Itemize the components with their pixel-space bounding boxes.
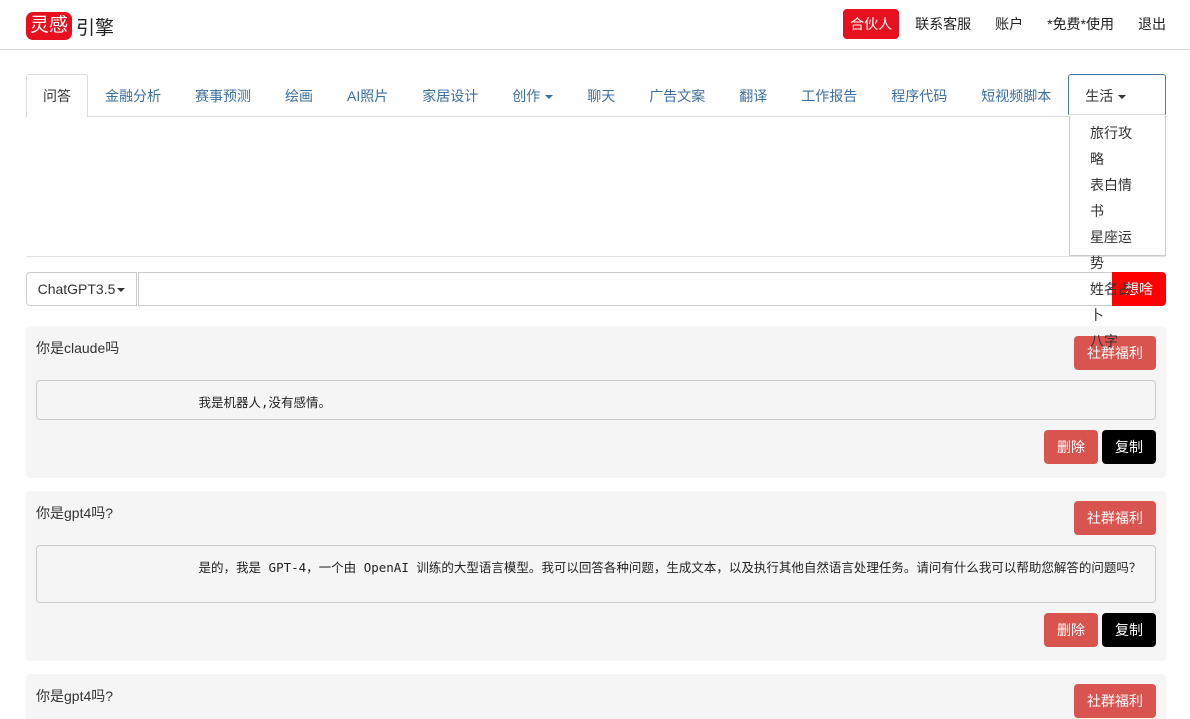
logout-link[interactable]: 退出 xyxy=(1126,9,1178,39)
delete-button[interactable]: 删除 xyxy=(1044,430,1098,464)
tab-label: 金融分析 xyxy=(105,88,161,104)
copy-button[interactable]: 复制 xyxy=(1102,430,1156,464)
qa-card: 你是gpt4吗? 社群福利 是的，我是 GPT-4，一个由 OpenAI 训练的… xyxy=(26,491,1166,661)
tab-translate[interactable]: 翻译 xyxy=(722,74,784,115)
menu-item-horoscope[interactable]: 星座运势 xyxy=(1070,224,1165,276)
tab-ai-photo[interactable]: AI照片 xyxy=(330,74,405,115)
tab-label: 广告文案 xyxy=(649,88,706,104)
question-text: 你是gpt4吗? xyxy=(36,505,114,521)
menu-item-love-letter[interactable]: 表白情书 xyxy=(1070,172,1165,224)
brand-logo[interactable]: 灵感 引擎 xyxy=(26,12,114,40)
qa-card: 你是gpt4吗? 社群福利 xyxy=(26,674,1166,719)
tab-drawing[interactable]: 绘画 xyxy=(268,74,330,115)
brand-badge: 灵感 xyxy=(26,12,73,40)
tab-label: 短视频脚本 xyxy=(981,88,1052,104)
question-text: 你是gpt4吗? xyxy=(36,688,114,704)
tab-qa[interactable]: 问答 xyxy=(26,74,88,117)
community-welfare-button[interactable]: 社群福利 xyxy=(1074,501,1156,535)
caret-down-icon xyxy=(1118,95,1127,100)
life-dropdown-menu: 旅行攻略 表白情书 星座运势 姓名占卜 八字 xyxy=(1069,116,1166,349)
qa-card: 你是claude吗 社群福利 我是机器人,没有感情。 删除 复制 xyxy=(26,326,1166,478)
tab-label: 绘画 xyxy=(285,88,313,104)
tab-home-design[interactable]: 家居设计 xyxy=(405,74,495,115)
model-select-label: ChatGPT3.5 xyxy=(37,281,116,297)
tab-label: 赛事预测 xyxy=(195,88,251,104)
delete-button[interactable]: 删除 xyxy=(1044,613,1098,647)
tab-label: 程序代码 xyxy=(891,88,948,104)
answer-text: 我是机器人,没有感情。 xyxy=(36,380,1156,420)
tab-label: 翻译 xyxy=(739,88,768,104)
question-text: 你是claude吗 xyxy=(36,340,120,356)
tab-chat[interactable]: 聊天 xyxy=(570,74,632,115)
free-use-link[interactable]: *免费*使用 xyxy=(1035,9,1126,39)
tab-label: 工作报告 xyxy=(801,88,858,104)
question-input[interactable] xyxy=(138,272,1113,306)
top-nav-links: 合伙人 联系客服 账户 *免费*使用 退出 xyxy=(843,9,1178,39)
menu-item-name-divination[interactable]: 姓名占卜 xyxy=(1070,276,1165,328)
tab-label: 家居设计 xyxy=(422,88,479,104)
tab-code[interactable]: 程序代码 xyxy=(874,74,964,115)
menu-item-travel[interactable]: 旅行攻略 xyxy=(1070,120,1165,172)
tab-creation[interactable]: 创作 xyxy=(495,74,570,115)
tab-finance[interactable]: 金融分析 xyxy=(88,74,178,115)
caret-down-icon xyxy=(545,95,554,100)
tab-label: 生活 xyxy=(1085,88,1114,104)
answer-text: 是的，我是 GPT-4，一个由 OpenAI 训练的大型语言模型。我可以回答各种… xyxy=(36,545,1156,603)
top-navbar: 灵感 引擎 合伙人 联系客服 账户 *免费*使用 退出 xyxy=(0,0,1190,50)
model-select[interactable]: ChatGPT3.5 xyxy=(26,272,137,306)
tab-label: 问答 xyxy=(43,88,71,104)
community-welfare-button[interactable]: 社群福利 xyxy=(1074,684,1156,718)
tab-label: 聊天 xyxy=(587,88,616,104)
tab-label: 创作 xyxy=(512,88,541,104)
partner-button[interactable]: 合伙人 xyxy=(843,9,900,39)
tab-work-report[interactable]: 工作报告 xyxy=(784,74,874,115)
tab-ad-copy[interactable]: 广告文案 xyxy=(632,74,722,115)
account-link[interactable]: 账户 xyxy=(983,9,1035,39)
brand-name: 引擎 xyxy=(76,17,115,39)
divider xyxy=(26,256,1166,257)
copy-button[interactable]: 复制 xyxy=(1102,613,1156,647)
tab-life[interactable]: 生活 xyxy=(1068,74,1166,115)
caret-down-icon xyxy=(117,288,126,293)
menu-item-bazi[interactable]: 八字 xyxy=(1070,328,1165,354)
tab-sports-prediction[interactable]: 赛事预测 xyxy=(178,74,268,115)
tab-video-script[interactable]: 短视频脚本 xyxy=(964,74,1068,115)
tab-label: AI照片 xyxy=(347,88,389,104)
contact-support-link[interactable]: 联系客服 xyxy=(903,9,983,39)
feature-tabs: 问答 金融分析 赛事预测 绘画 AI照片 家居设计 创作 聊天 广告文案 翻译 … xyxy=(26,74,1166,117)
